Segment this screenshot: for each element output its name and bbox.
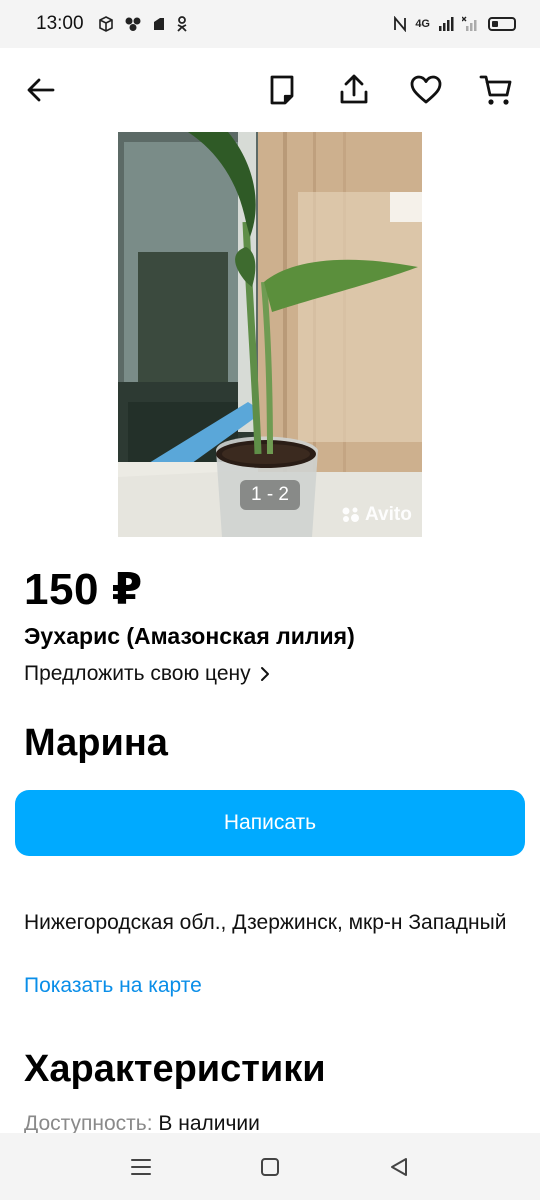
clover-icon — [125, 17, 141, 31]
app-icon — [153, 18, 164, 30]
photo-counter: 1 - 2 — [240, 480, 300, 510]
avito-watermark: Avito — [340, 504, 412, 526]
watermark-text: Avito — [365, 504, 412, 525]
home-button[interactable] — [258, 1155, 282, 1179]
write-message-button[interactable]: Написать — [15, 790, 525, 856]
no-signal-icon — [462, 16, 477, 31]
status-time: 13:00 — [36, 13, 84, 34]
spec-value: В наличии — [158, 1112, 260, 1135]
nfc-icon — [394, 16, 407, 32]
status-notification-icons — [98, 16, 188, 32]
specs-section-title: Характеристики — [24, 1048, 326, 1090]
system-back-button[interactable] — [387, 1155, 411, 1179]
avito-logo-icon — [342, 507, 359, 522]
menu-icon — [131, 1159, 151, 1175]
listing-address: Нижегородская обл., Дзержинск, мкр-н Зап… — [24, 911, 507, 934]
listing-price: 150 ₽ — [24, 565, 143, 614]
cube-icon — [98, 16, 113, 32]
cart-button[interactable] — [476, 70, 516, 110]
note-button[interactable] — [262, 70, 302, 110]
offer-price-label: Предложить свою цену — [24, 662, 251, 685]
spec-key: Доступность: — [24, 1112, 153, 1135]
system-nav-bar — [0, 1133, 540, 1200]
ok-icon — [176, 16, 187, 32]
show-on-map-link[interactable]: Показать на карте — [24, 974, 202, 998]
photo-gallery[interactable]: 1 - 2 Avito — [0, 132, 540, 537]
chevron-right-icon — [260, 667, 269, 681]
seller-name[interactable]: Марина — [24, 722, 168, 765]
listing-title: Эухарис (Амазонская лилия) — [24, 623, 355, 649]
plant-photo — [118, 132, 422, 537]
status-system-icons: 4G — [393, 16, 516, 32]
signal-icon — [439, 17, 454, 31]
note-icon — [270, 75, 294, 105]
share-icon — [340, 74, 368, 104]
status-bar: 13:00 4G — [0, 0, 540, 48]
back-arrow-icon — [27, 78, 55, 102]
share-button[interactable] — [334, 70, 374, 110]
recent-apps-button[interactable] — [129, 1155, 153, 1179]
battery-icon — [488, 17, 516, 31]
battery-level — [492, 21, 498, 27]
back-triangle-icon — [391, 1158, 407, 1176]
top-toolbar — [0, 48, 540, 132]
favorite-button[interactable] — [406, 70, 446, 110]
back-button[interactable] — [21, 70, 61, 110]
home-square-icon — [261, 1158, 279, 1176]
network-type: 4G — [415, 18, 430, 30]
listing-photo[interactable] — [118, 132, 422, 537]
heart-icon — [410, 75, 442, 104]
cart-icon — [479, 75, 512, 105]
offer-price-link[interactable]: Предложить свою цену — [24, 662, 271, 686]
